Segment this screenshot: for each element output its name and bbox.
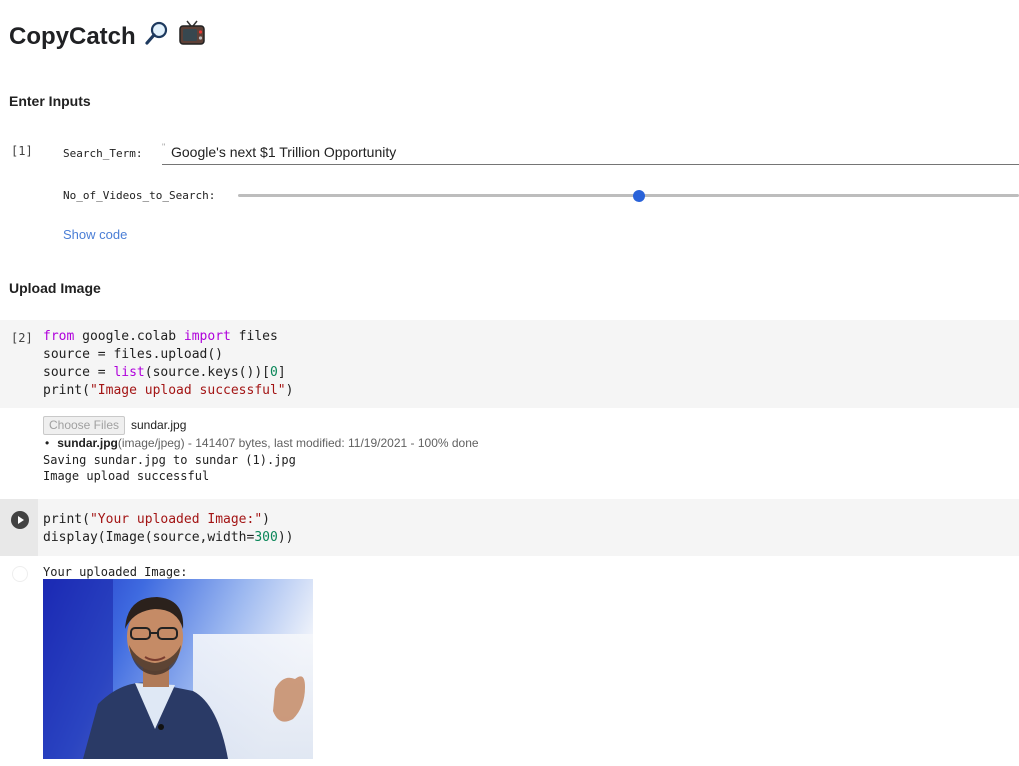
code-editor-display[interactable]: print("Your uploaded Image:") display(Ima… (43, 511, 293, 547)
magnifier-icon (144, 20, 170, 53)
notebook-title-text: CopyCatch (9, 22, 136, 50)
videos-count-label: No_of_Videos_to_Search: (63, 189, 216, 202)
output-caption: Your uploaded Image: (43, 565, 188, 579)
bullet-icon: • (45, 436, 50, 450)
execution-count: [2] (11, 331, 33, 345)
search-term-input[interactable]: " Google's next $1 Trillion Opportunity (162, 142, 1019, 165)
code-line: from google.colab import files (43, 329, 278, 344)
upload-status-filename: sundar.jpg (57, 436, 118, 450)
videos-count-slider-thumb[interactable] (633, 190, 645, 202)
section-heading-upload: Upload Image (9, 280, 101, 296)
search-term-label: Search_Term: (63, 147, 143, 160)
code-line: source = files.upload() (43, 347, 224, 362)
notebook-title: CopyCatch (9, 20, 206, 53)
output-success-line: Image upload successful (43, 469, 210, 483)
code-line: print("Your uploaded Image:") (43, 512, 270, 527)
show-code-link[interactable]: Show code (63, 227, 127, 242)
code-editor-upload[interactable]: from google.colab import files source = f… (43, 328, 293, 400)
uploaded-image (43, 579, 313, 759)
upload-status-detail: (image/jpeg) - 141407 bytes, last modifi… (117, 436, 479, 450)
code-line: source = list(source.keys())[0] (43, 365, 286, 380)
code-line: print("Image upload successful") (43, 383, 294, 398)
output-clear-icon[interactable] (12, 566, 28, 582)
choose-files-button[interactable]: Choose Files (43, 416, 125, 435)
code-line: display(Image(source,width=300)) (43, 530, 294, 545)
output-saving-line: Saving sundar.jpg to sundar (1).jpg (43, 453, 296, 467)
television-icon (178, 20, 206, 53)
string-quote-mark: " (162, 142, 166, 152)
section-heading-inputs: Enter Inputs (9, 93, 91, 109)
upload-status-line: • sundar.jpg(image/jpeg) - 141407 bytes, … (45, 436, 479, 450)
chosen-file-name: sundar.jpg (131, 418, 187, 432)
execution-count: [1] (11, 144, 33, 158)
play-icon (18, 516, 24, 524)
videos-count-slider-track[interactable] (238, 194, 1019, 197)
search-term-value: Google's next $1 Trillion Opportunity (171, 144, 397, 160)
run-cell-button[interactable] (11, 511, 29, 529)
